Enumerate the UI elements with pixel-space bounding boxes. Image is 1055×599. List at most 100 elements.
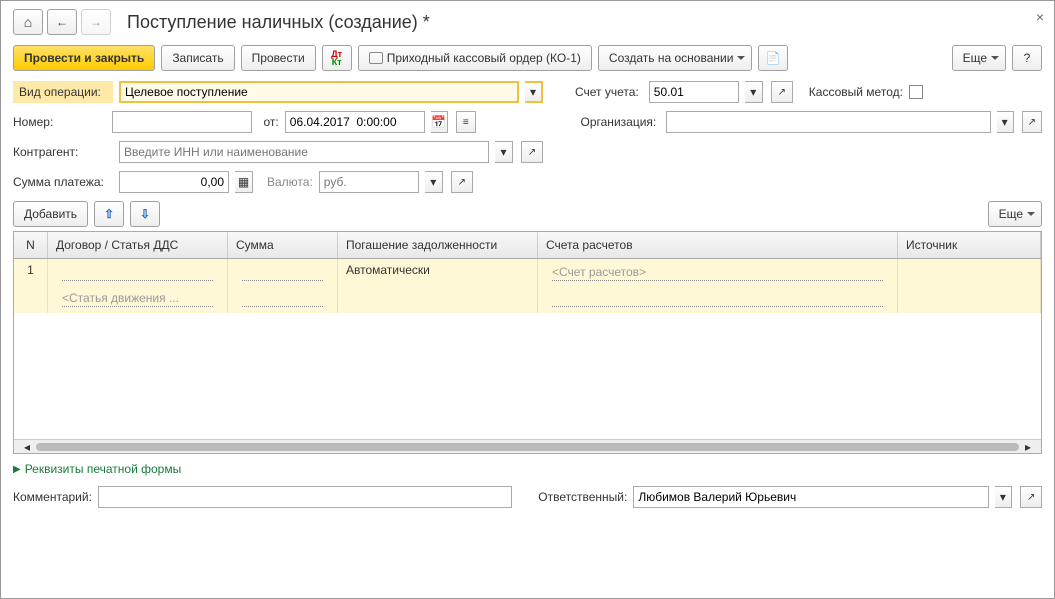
scrollbar-thumb[interactable] [36,443,1019,451]
open-icon: ↗ [1027,492,1035,503]
account-input[interactable] [649,81,739,103]
cash-method-label: Кассовый метод: [809,85,903,99]
th-istochnik[interactable]: Источник [898,232,1041,258]
th-n[interactable]: N [14,232,48,258]
th-schet[interactable]: Счета расчетов [538,232,898,258]
responsible-label: Ответственный: [538,490,627,504]
account-label: Счет учета: [575,85,639,99]
print-order-label: Приходный кассовый ордер (КО-1) [387,51,581,65]
back-button[interactable]: ← [47,9,77,35]
date-input[interactable] [285,111,425,133]
move-down-button[interactable]: ⇩ [130,201,160,227]
post-and-close-button[interactable]: Провести и закрыть [13,45,155,71]
table-row-sub[interactable]: <Статья движения ... [14,287,1041,313]
date-extra-button[interactable]: ≡ [456,111,477,133]
number-label: Номер: [13,115,106,129]
responsible-dropdown[interactable]: ▾ [995,486,1013,508]
open-icon: ↗ [458,177,466,188]
cell-dds[interactable]: <Статья движения ... [48,287,228,313]
calculator-icon: ▦ [238,175,249,189]
horizontal-scrollbar[interactable]: ◂ ▸ [14,439,1041,453]
print-order-button[interactable]: Приходный кассовый ордер (КО-1) [358,45,592,71]
page-title: Поступление наличных (создание) * [127,12,430,33]
dtkt-button[interactable]: ДтКт [322,45,352,71]
move-up-button[interactable]: ⇧ [94,201,124,227]
print-form-details-link[interactable]: ▶ Реквизиты печатной формы [13,462,1042,476]
dtkt-icon: ДтКт [331,50,342,66]
cell-schet[interactable]: <Счет расчетов> [538,259,898,287]
th-pogashenie[interactable]: Погашение задолженности [338,232,538,258]
copy-button[interactable]: 📄 [758,45,788,71]
chevron-right-icon: ▶ [13,464,21,475]
th-dogovor[interactable]: Договор / Статья ДДС [48,232,228,258]
table-row[interactable]: 1 Автоматически <Счет расчетов> [14,259,1041,287]
chevron-down-icon: ▾ [500,145,506,159]
organization-label: Организация: [581,115,657,129]
responsible-input[interactable] [633,486,988,508]
chevron-down-icon: ▾ [530,85,536,99]
date-from-label: от: [264,115,279,129]
chevron-down-icon: ▾ [1002,115,1008,129]
arrow-up-icon: ⇧ [104,207,114,221]
organization-dropdown[interactable]: ▾ [997,111,1014,133]
currency-open[interactable]: ↗ [451,171,473,193]
cash-method-checkbox[interactable] [909,85,923,99]
payment-amount-input[interactable] [119,171,229,193]
cell-pogashenie[interactable]: Автоматически [338,259,538,287]
cell-summa[interactable] [228,259,338,287]
currency-label: Валюта: [267,175,313,189]
cell-n: 1 [14,259,48,287]
chevron-down-icon: ▾ [750,85,756,99]
more-button[interactable]: Еще [952,45,1006,71]
counterparty-label: Контрагент: [13,145,113,159]
operation-type-input[interactable] [119,81,519,103]
responsible-open[interactable]: ↗ [1020,486,1042,508]
create-based-on-button[interactable]: Создать на основании [598,45,753,71]
add-row-button[interactable]: Добавить [13,201,88,227]
cell-istochnik[interactable] [898,259,1041,287]
counterparty-dropdown[interactable]: ▾ [495,141,513,163]
help-button[interactable]: ? [1012,45,1042,71]
arrow-left-icon: ← [56,15,68,29]
counterparty-open[interactable]: ↗ [521,141,543,163]
table-more-button[interactable]: Еще [988,201,1042,227]
chevron-down-icon: ▾ [430,175,436,189]
scroll-right-icon: ▸ [1025,440,1031,454]
scroll-left-icon: ◂ [24,440,30,454]
currency-dropdown[interactable]: ▾ [425,171,443,193]
th-summa[interactable]: Сумма [228,232,338,258]
organization-input[interactable] [666,111,991,133]
date-picker-button[interactable]: 📅 [431,111,448,133]
payments-table: N Договор / Статья ДДС Сумма Погашение з… [13,231,1042,454]
cell-dogovor[interactable] [48,259,228,287]
post-button[interactable]: Провести [241,45,316,71]
open-icon: ↗ [778,87,786,98]
home-button[interactable]: ⌂ [13,9,43,35]
close-button[interactable]: × [1036,9,1044,25]
currency-input[interactable] [319,171,419,193]
payment-amount-label: Сумма платежа: [13,175,113,189]
organization-open[interactable]: ↗ [1022,111,1043,133]
payment-amount-calc[interactable]: ▦ [235,171,253,193]
arrow-right-icon: → [90,15,102,29]
open-icon: ↗ [1028,117,1036,128]
operation-type-dropdown[interactable]: ▾ [525,81,543,103]
list-icon: ≡ [463,117,469,128]
open-icon: ↗ [528,147,536,158]
account-open[interactable]: ↗ [771,81,793,103]
chevron-down-icon: ▾ [1000,490,1006,504]
home-icon: ⌂ [24,14,32,30]
number-input[interactable] [112,111,252,133]
counterparty-input[interactable] [119,141,489,163]
print-form-details-label: Реквизиты печатной формы [25,462,182,476]
printer-icon [369,52,383,64]
account-dropdown[interactable]: ▾ [745,81,763,103]
comment-input[interactable] [98,486,512,508]
arrow-down-icon: ⇩ [140,207,150,221]
save-button[interactable]: Записать [161,45,234,71]
operation-type-label: Вид операции: [13,81,113,103]
comment-label: Комментарий: [13,490,92,504]
document-icon: 📄 [766,51,781,65]
calendar-icon: 📅 [431,115,446,129]
forward-button[interactable]: → [81,9,111,35]
